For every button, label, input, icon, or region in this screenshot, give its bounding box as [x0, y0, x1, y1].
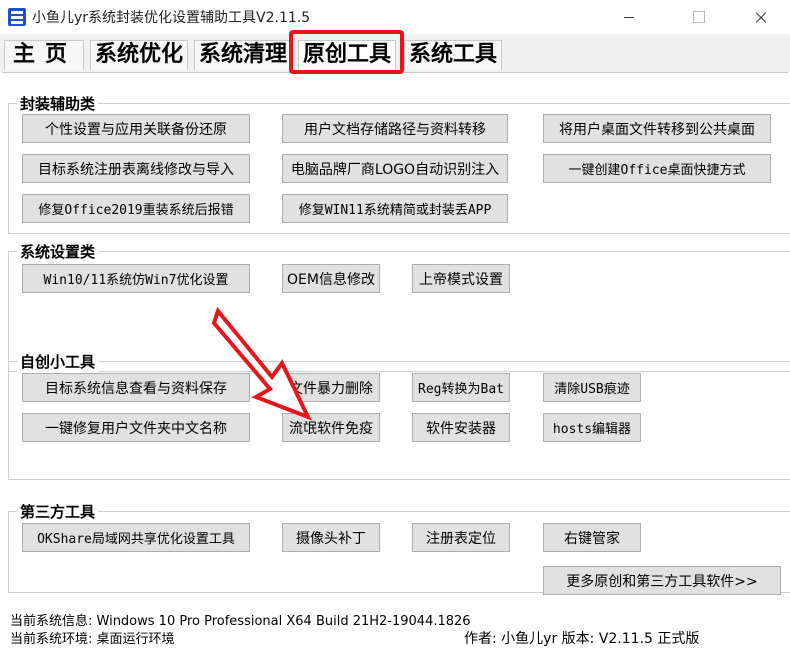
tab-system-clean[interactable]: 系统清理 [194, 40, 292, 70]
malware-immunity-button[interactable]: 流氓软件免疫 [282, 413, 380, 442]
more-tools-button[interactable]: 更多原创和第三方工具软件>> [543, 566, 781, 595]
right-click-manager-button[interactable]: 右键管家 [543, 523, 641, 552]
maximize-icon[interactable] [676, 0, 722, 34]
tab-system-tools[interactable]: 系统工具 [404, 40, 502, 70]
fix-win11-app-button[interactable]: 修复WIN11系统精简或封装丢APP [282, 194, 508, 223]
fix-office2019-button[interactable]: 修复Office2019重装系统后报错 [22, 194, 250, 223]
software-installer-button[interactable]: 软件安装器 [412, 413, 510, 442]
backup-restore-settings-button[interactable]: 个性设置与应用关联备份还原 [22, 114, 250, 143]
win7-style-button[interactable]: Win10/11系统仿Win7优化设置 [22, 264, 250, 293]
office-shortcut-button[interactable]: 一键创建Office桌面快捷方式 [543, 154, 771, 183]
minimize-icon[interactable] [606, 0, 652, 34]
hosts-editor-button[interactable]: hosts编辑器 [543, 413, 641, 442]
window-title: 小鱼儿yr系统封装优化设置辅助工具V2.11.5 [32, 10, 311, 26]
clear-usb-button[interactable]: 清除USB痕迹 [543, 373, 641, 402]
tab-highlight-box [289, 30, 404, 74]
okshare-button[interactable]: OKShare局域网共享优化设置工具 [22, 523, 250, 552]
fix-chinese-folder-button[interactable]: 一键修复用户文件夹中文名称 [22, 413, 250, 442]
god-mode-button[interactable]: 上帝模式设置 [412, 264, 510, 293]
camera-patch-button[interactable]: 摄像头补丁 [282, 523, 380, 552]
group-title: 系统设置类 [17, 241, 99, 262]
brand-logo-inject-button[interactable]: 电脑品牌厂商LOGO自动识别注入 [282, 154, 508, 183]
reg-to-bat-button[interactable]: Reg转换为Bat [412, 373, 510, 402]
system-env-text: 当前系统环境: 桌面运行环境 [10, 632, 175, 647]
user-docs-path-button[interactable]: 用户文档存储路径与资料转移 [282, 114, 508, 143]
title-bar: 小鱼儿yr系统封装优化设置辅助工具V2.11.5 [0, 0, 790, 34]
system-info-button[interactable]: 目标系统信息查看与资料保存 [22, 373, 250, 402]
system-info-text: 当前系统信息: Windows 10 Pro Professional X64 … [10, 614, 471, 629]
group-title: 第三方工具 [17, 501, 99, 522]
group-title: 自创小工具 [17, 351, 99, 372]
group-title: 封装辅助类 [17, 93, 99, 114]
registry-locate-button[interactable]: 注册表定位 [412, 523, 510, 552]
force-delete-button[interactable]: 文件暴力删除 [282, 373, 380, 402]
app-icon [8, 8, 26, 26]
tab-home[interactable]: 主页 [4, 40, 84, 70]
offline-registry-button[interactable]: 目标系统注册表离线修改与导入 [22, 154, 250, 183]
close-icon[interactable] [738, 0, 784, 34]
move-desktop-files-button[interactable]: 将用户桌面文件转移到公共桌面 [543, 114, 771, 143]
oem-info-button[interactable]: OEM信息修改 [282, 264, 380, 293]
tab-system-optimize[interactable]: 系统优化 [90, 40, 188, 70]
author-version-text: 作者: 小鱼儿yr 版本: V2.11.5 正式版 [464, 631, 700, 647]
